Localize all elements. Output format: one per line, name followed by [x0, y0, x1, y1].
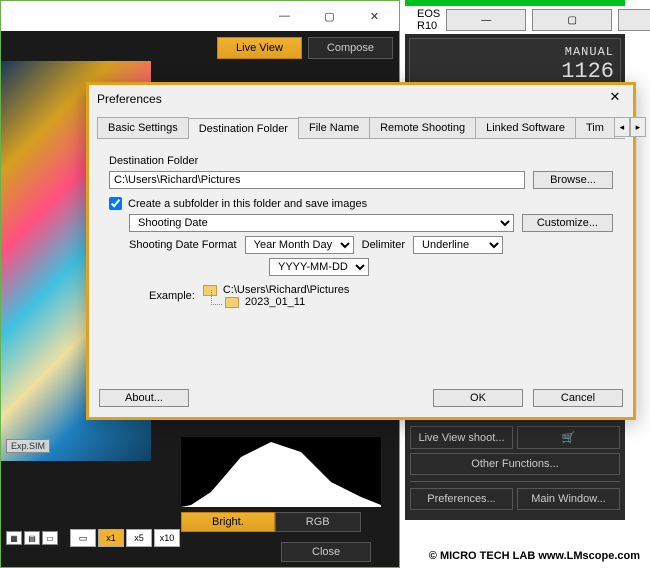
- rgb-tab[interactable]: RGB: [275, 512, 361, 532]
- cart-icon[interactable]: 🛒: [517, 426, 620, 449]
- dest-folder-label: Destination Folder: [109, 155, 613, 167]
- delimiter-select[interactable]: Underline: [413, 236, 503, 254]
- histogram: [181, 437, 381, 507]
- camera-buttons: Live View shoot... 🛒 Other Functions... …: [410, 422, 620, 510]
- zoom-x1-button[interactable]: x1: [98, 529, 124, 547]
- grid-icon[interactable]: ▦: [6, 531, 22, 545]
- close-button-bottom[interactable]: Close: [281, 542, 371, 562]
- pattern-select[interactable]: YYYY-MM-DD: [269, 258, 369, 276]
- tab-remote-shooting[interactable]: Remote Shooting: [369, 117, 476, 138]
- folder-icon: [225, 297, 239, 308]
- cam-minimize-button[interactable]: —: [446, 9, 526, 31]
- tab-file-name[interactable]: File Name: [298, 117, 370, 138]
- customize-button[interactable]: Customize...: [522, 214, 613, 232]
- dialog-titlebar: Preferences ✕: [89, 85, 633, 113]
- dialog-title: Preferences: [97, 92, 605, 106]
- dialog-tabs: Basic Settings Destination Folder File N…: [97, 117, 625, 139]
- example-sub: 2023_01_11: [245, 296, 305, 308]
- ok-button[interactable]: OK: [433, 389, 523, 407]
- about-button[interactable]: About...: [99, 389, 189, 407]
- tab-linked-software[interactable]: Linked Software: [475, 117, 576, 138]
- brightness-tab[interactable]: Bright.: [181, 512, 275, 532]
- minimize-button[interactable]: —: [262, 2, 307, 30]
- browse-button[interactable]: Browse...: [533, 171, 613, 189]
- shot-count: 1126: [416, 59, 614, 84]
- dialog-body: Destination Folder Browse... Create a su…: [89, 139, 633, 324]
- example-label: Example:: [149, 290, 195, 302]
- cancel-button[interactable]: Cancel: [533, 389, 623, 407]
- maximize-button[interactable]: ▢: [307, 2, 352, 30]
- tab-scroll: ◂ ▸: [614, 117, 646, 138]
- cam-maximize-button[interactable]: ▢: [532, 9, 612, 31]
- other-functions-button[interactable]: Other Functions...: [410, 453, 620, 475]
- shooting-mode: MANUAL: [416, 45, 614, 59]
- live-view-button[interactable]: Live View: [217, 37, 302, 59]
- cam-close-button[interactable]: ✕: [618, 9, 650, 31]
- create-subfolder-label: Create a subfolder in this folder and sa…: [128, 198, 367, 210]
- exp-sim-badge: Exp.SIM: [6, 439, 50, 453]
- subfolder-select[interactable]: Shooting Date: [129, 214, 514, 232]
- create-subfolder-checkbox[interactable]: [109, 197, 122, 210]
- grid2-icon[interactable]: ▤: [24, 531, 40, 545]
- tab-scroll-right-button[interactable]: ▸: [630, 117, 646, 137]
- tab-basic-settings[interactable]: Basic Settings: [97, 117, 189, 138]
- compose-button[interactable]: Compose: [308, 37, 393, 59]
- zoom-x5-button[interactable]: x5: [126, 529, 152, 547]
- histogram-tabs: Bright. RGB: [181, 512, 361, 532]
- dialog-footer: About... OK Cancel: [99, 389, 623, 407]
- ratio-icon[interactable]: ▭: [42, 531, 58, 545]
- main-window-button[interactable]: Main Window...: [517, 488, 620, 510]
- tab-scroll-left-button[interactable]: ◂: [614, 117, 630, 137]
- date-format-label: Shooting Date Format: [129, 239, 237, 251]
- window-titlebar: — ▢ ✕: [1, 1, 399, 31]
- dest-folder-input[interactable]: [109, 171, 525, 189]
- date-format-select[interactable]: Year Month Day: [245, 236, 354, 254]
- cam-title: EOS R10: [417, 8, 440, 32]
- bottom-toolbar: ▦ ▤ ▭ ▭ x1 x5 x10: [6, 529, 180, 547]
- cam-titlebar: EOS R10 — ▢ ✕: [405, 6, 625, 34]
- live-view-shoot-button[interactable]: Live View shoot...: [410, 426, 513, 449]
- preferences-dialog: Preferences ✕ Basic Settings Destination…: [86, 82, 636, 420]
- delimiter-label: Delimiter: [362, 239, 405, 251]
- close-button[interactable]: ✕: [352, 2, 397, 30]
- zoom-x10-button[interactable]: x10: [154, 529, 180, 547]
- example-path: C:\Users\Richard\Pictures: [223, 284, 350, 296]
- mode-toolbar: Live View Compose: [1, 31, 399, 65]
- zoom-fit-button[interactable]: ▭: [70, 529, 96, 547]
- preferences-button[interactable]: Preferences...: [410, 488, 513, 510]
- tab-destination-folder[interactable]: Destination Folder: [188, 118, 299, 139]
- copyright-text: © MICRO TECH LAB www.LMscope.com: [429, 550, 640, 562]
- dialog-close-button[interactable]: ✕: [605, 89, 625, 109]
- tab-time[interactable]: Tim: [575, 117, 615, 138]
